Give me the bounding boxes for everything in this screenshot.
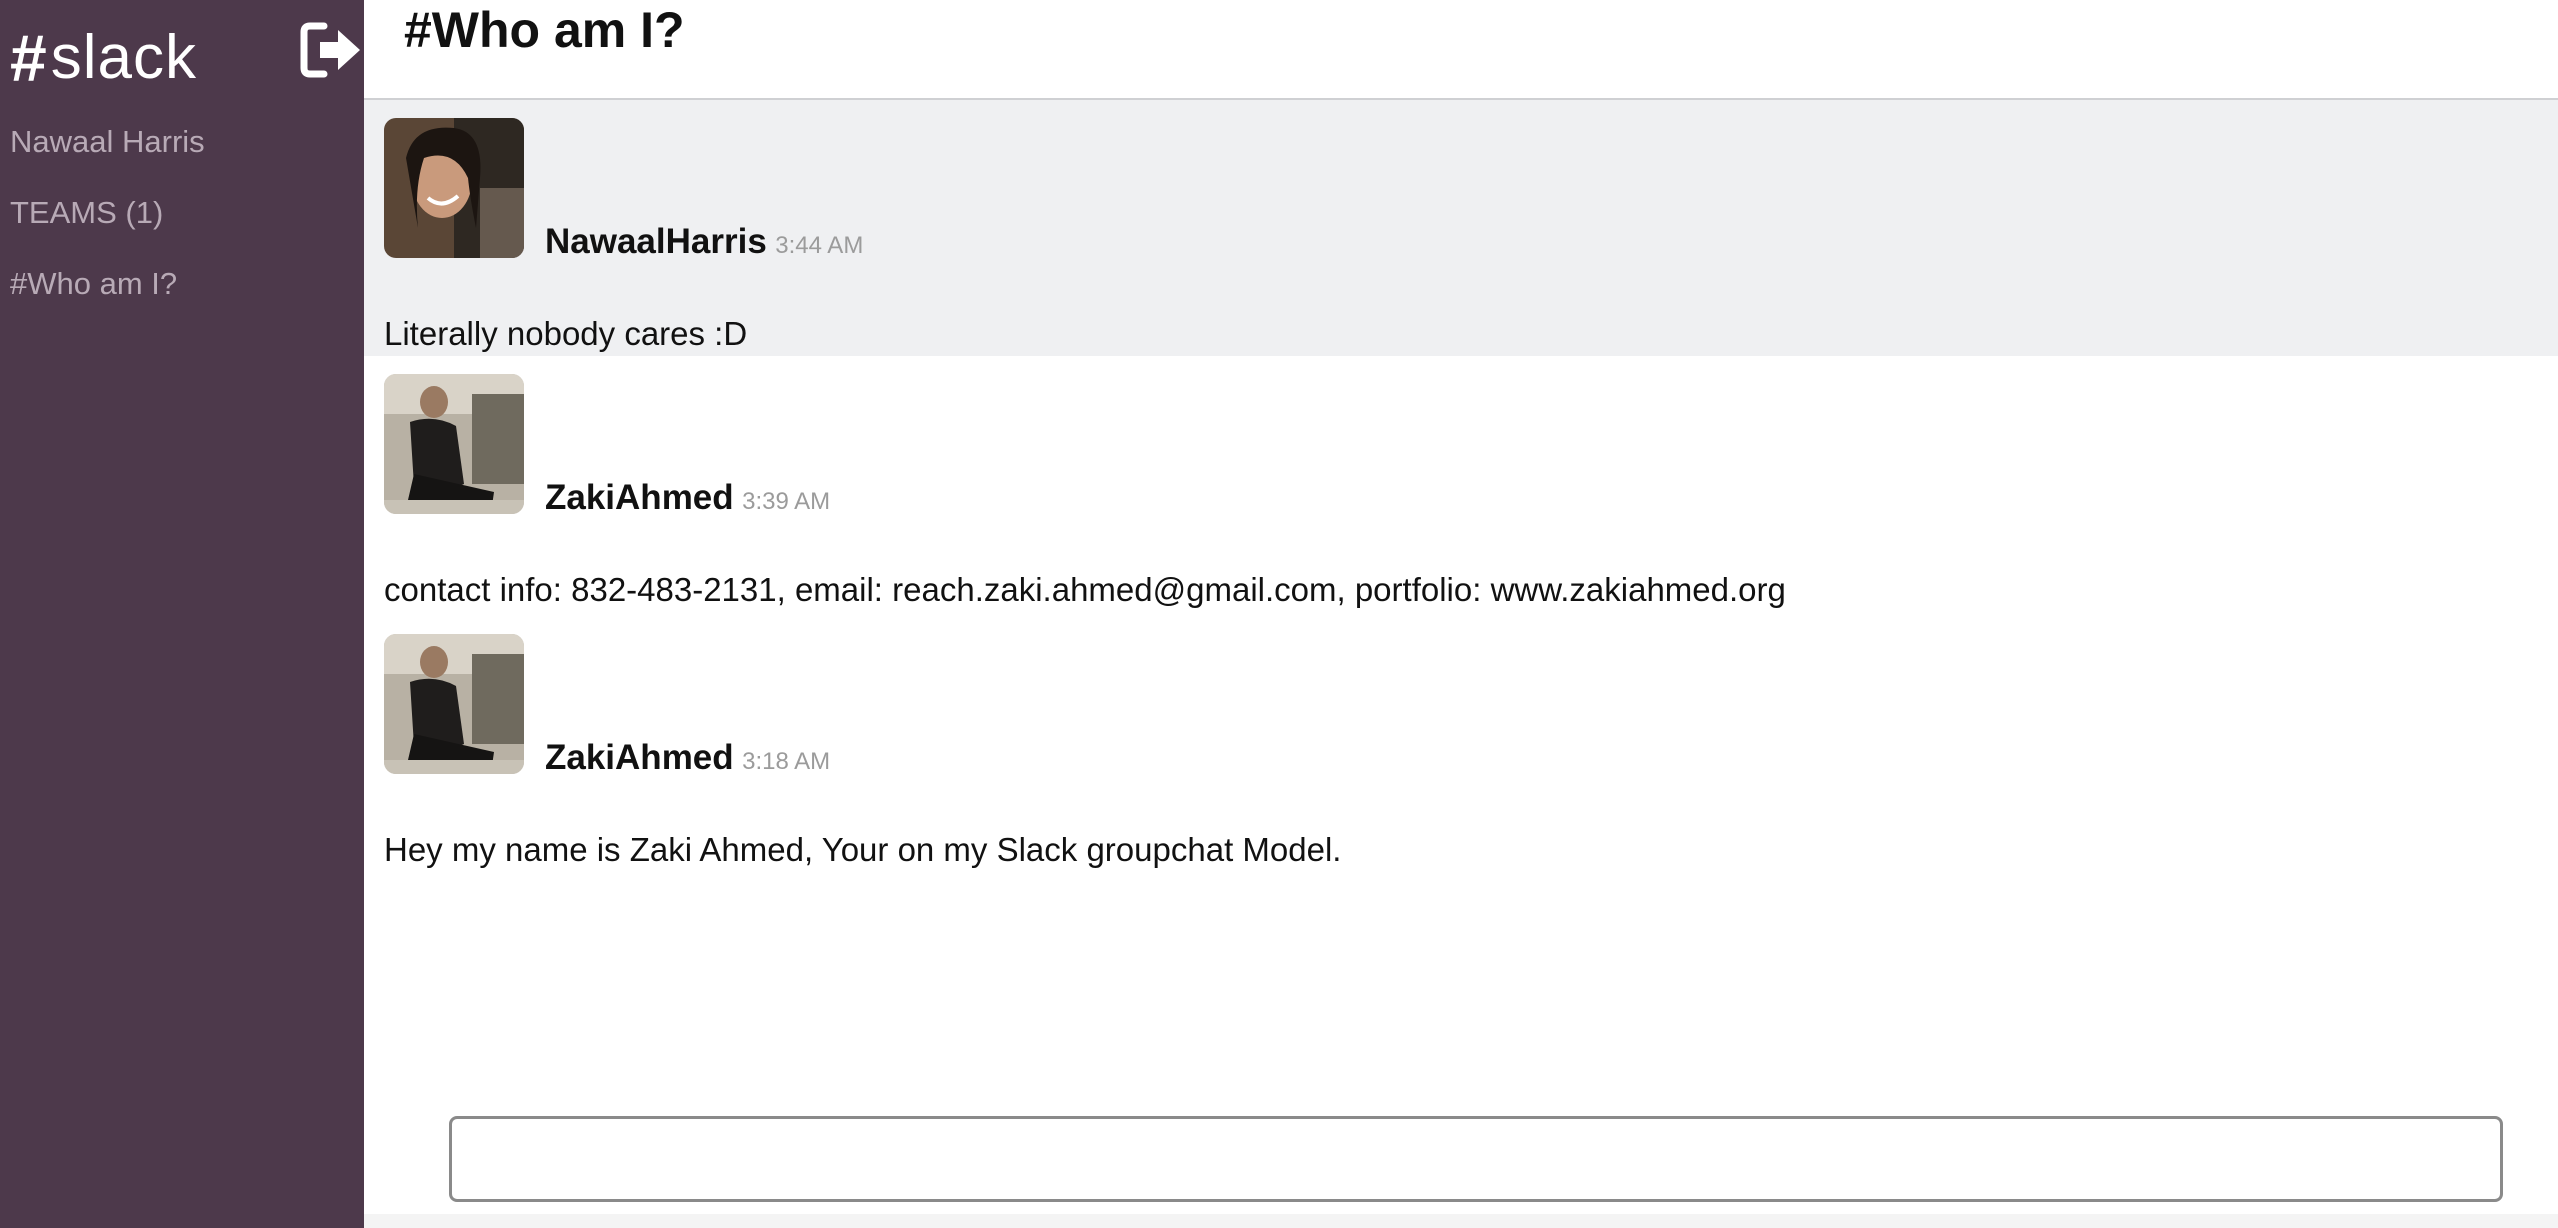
hash-icon: # (10, 21, 47, 95)
channel-header: #Who am I? (364, 0, 2558, 100)
logout-icon[interactable] (300, 22, 364, 78)
message-timestamp: 3:18 AM (742, 748, 831, 775)
message-item: ZakiAhmed 3:18 AM Hey my name is Zaki Ah… (364, 616, 2558, 876)
message-username[interactable]: ZakiAhmed (545, 738, 734, 777)
message-meta: ZakiAhmed 3:39 AM (545, 478, 830, 518)
sidebar: # slack Nawaal Harris TEAMS (1) #Who am … (0, 0, 364, 1228)
message-meta: ZakiAhmed 3:18 AM (545, 738, 830, 778)
message-timestamp: 3:39 AM (742, 488, 831, 515)
avatar[interactable] (384, 118, 524, 258)
message-input[interactable] (449, 1116, 2503, 1202)
brand-name: slack (50, 23, 197, 92)
message-item: ZakiAhmed 3:39 AM contact info: 832-483-… (364, 356, 2558, 616)
brand-logo: # slack (10, 18, 197, 98)
sidebar-current-user[interactable]: Nawaal Harris (10, 124, 205, 160)
avatar[interactable] (384, 374, 524, 514)
message-text: Hey my name is Zaki Ahmed, Your on my Sl… (384, 831, 1342, 868)
footer-strip (364, 1214, 2558, 1228)
avatar[interactable] (384, 634, 524, 774)
sidebar-channel-who-am-i[interactable]: #Who am I? (10, 266, 177, 302)
message-text: Literally nobody cares :D (384, 315, 748, 352)
message-meta: NawaalHarris 3:44 AM (545, 222, 863, 262)
message-username[interactable]: ZakiAhmed (545, 478, 734, 517)
main-panel: #Who am I? NawaalHarris 3:44 AM Literall… (364, 0, 2558, 1228)
channel-title: #Who am I? (404, 2, 685, 58)
message-username[interactable]: NawaalHarris (545, 222, 767, 261)
message-timestamp: 3:44 AM (775, 232, 864, 259)
sidebar-teams[interactable]: TEAMS (1) (10, 195, 163, 231)
message-text: contact info: 832-483-2131, email: reach… (384, 571, 1786, 608)
app-window: # slack Nawaal Harris TEAMS (1) #Who am … (0, 0, 2558, 1228)
message-item: NawaalHarris 3:44 AM Literally nobody ca… (364, 100, 2558, 356)
